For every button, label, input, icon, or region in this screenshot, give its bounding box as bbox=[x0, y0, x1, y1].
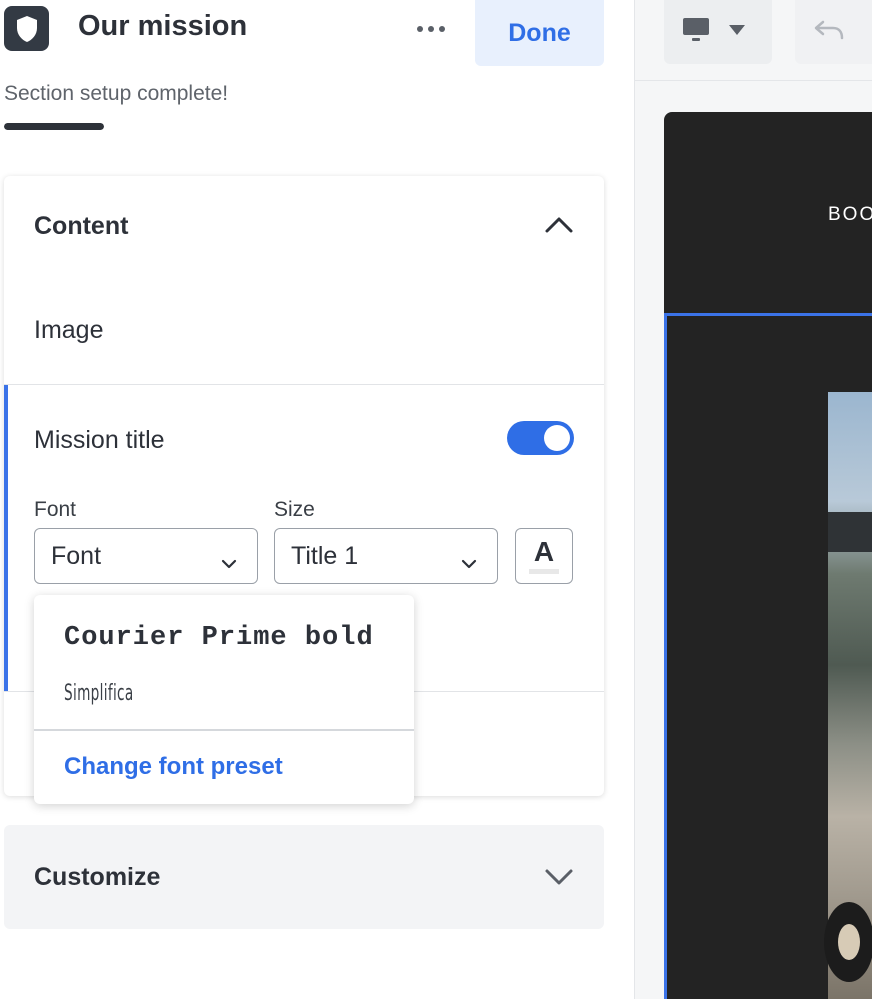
text-color-swatch bbox=[529, 569, 559, 574]
more-dot bbox=[428, 26, 434, 32]
font-option-simplifica[interactable]: Simplifica bbox=[64, 681, 134, 706]
setup-progress-fill bbox=[4, 123, 104, 130]
text-color-icon: A bbox=[533, 536, 555, 567]
done-button[interactable]: Done bbox=[475, 0, 604, 66]
active-item-indicator bbox=[4, 385, 8, 691]
section-editor-panel: Our mission Done Section setup complete!… bbox=[0, 0, 634, 999]
change-font-preset-link[interactable]: Change font preset bbox=[64, 753, 283, 781]
toggle-knob bbox=[544, 425, 570, 451]
collapse-chevron-up-icon[interactable] bbox=[544, 214, 574, 239]
more-horizontal-icon bbox=[417, 26, 423, 32]
chevron-down-icon bbox=[221, 547, 237, 576]
image-item[interactable]: Image bbox=[34, 316, 103, 345]
setup-progress-bar bbox=[4, 123, 104, 130]
site-preview-pane: BOO bbox=[634, 0, 872, 999]
device-selector-button[interactable] bbox=[664, 0, 772, 64]
selected-section-outline bbox=[664, 313, 872, 316]
font-dropdown-menu: Courier Prime bold Simplifica Change fon… bbox=[34, 595, 414, 804]
undo-icon bbox=[813, 19, 845, 46]
font-option-courier-prime[interactable]: Courier Prime bold bbox=[64, 623, 374, 653]
undo-button[interactable] bbox=[795, 0, 872, 64]
desktop-icon bbox=[682, 17, 710, 48]
section-title: Our mission bbox=[78, 10, 248, 42]
font-select-value: Font bbox=[51, 541, 102, 570]
more-dot bbox=[439, 26, 445, 32]
more-options-button[interactable] bbox=[412, 14, 450, 44]
divider bbox=[4, 384, 604, 385]
font-select[interactable]: Font bbox=[34, 528, 258, 584]
photo-detail bbox=[828, 512, 872, 552]
caret-down-icon bbox=[728, 23, 746, 41]
photo-detail bbox=[838, 924, 860, 960]
site-nav-link[interactable]: BOO bbox=[828, 204, 872, 226]
content-heading: Content bbox=[34, 212, 129, 240]
toolbar-divider bbox=[635, 80, 872, 81]
mission-title-label: Mission title bbox=[34, 426, 165, 454]
photo-detail bbox=[824, 902, 872, 982]
font-label: Font bbox=[34, 498, 77, 521]
setup-status-text: Section setup complete! bbox=[4, 82, 229, 105]
chevron-down-icon bbox=[461, 547, 477, 576]
customize-section[interactable]: Customize bbox=[4, 825, 604, 929]
mission-image bbox=[824, 392, 872, 999]
size-select[interactable]: Title 1 bbox=[274, 528, 498, 584]
text-color-button[interactable]: A bbox=[515, 528, 573, 584]
divider bbox=[34, 729, 414, 731]
shield-icon bbox=[4, 6, 49, 51]
site-preview-canvas[interactable]: BOO bbox=[664, 112, 872, 999]
size-label: Size bbox=[274, 498, 315, 521]
selected-section-outline-left bbox=[664, 313, 667, 999]
customize-label: Customize bbox=[34, 863, 161, 891]
mission-title-toggle[interactable] bbox=[507, 421, 574, 455]
size-select-value: Title 1 bbox=[291, 541, 359, 570]
expand-chevron-down-icon bbox=[544, 867, 574, 892]
